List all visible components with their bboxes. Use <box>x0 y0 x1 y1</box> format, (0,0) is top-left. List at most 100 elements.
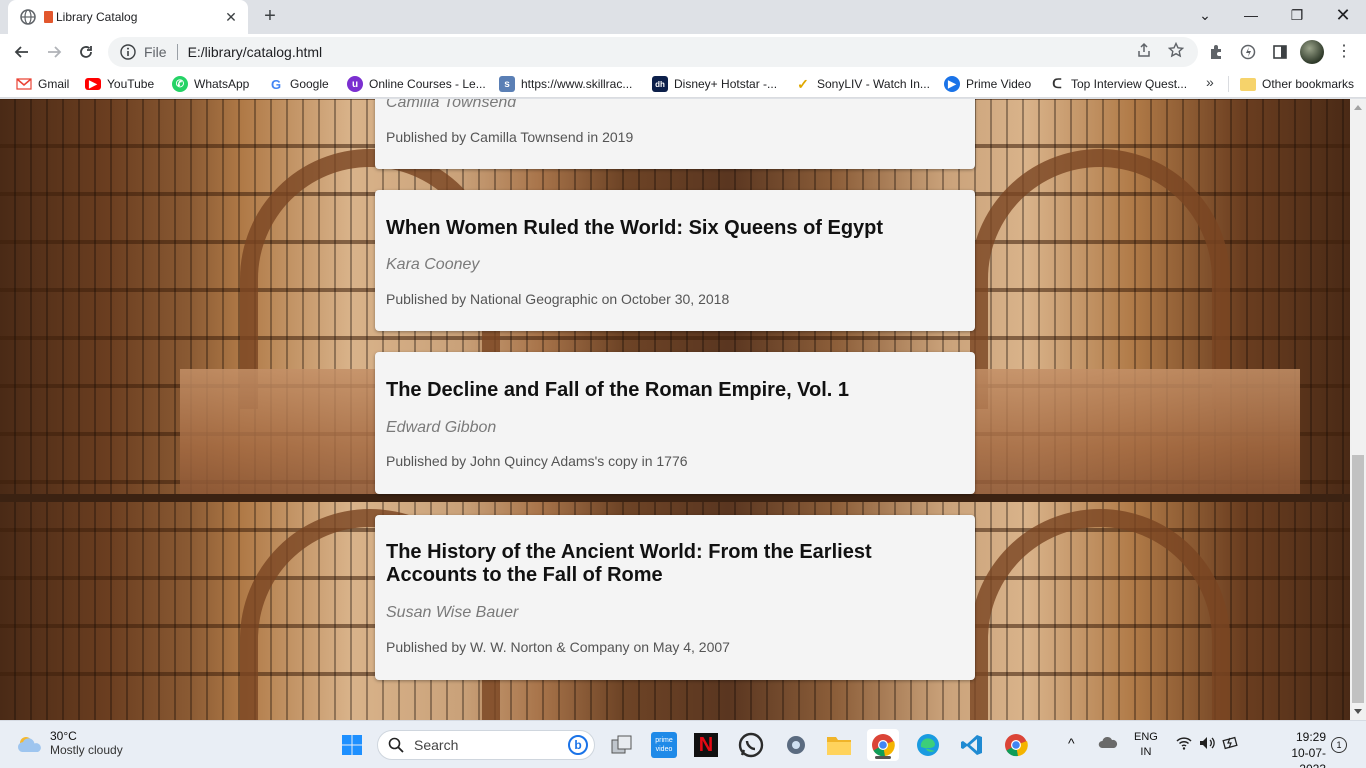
scrollbar-thumb[interactable] <box>1352 455 1364 703</box>
maximize-button[interactable]: ❐ <box>1274 0 1320 30</box>
book-author: Susan Wise Bauer <box>386 604 519 621</box>
taskbar-app-vscode[interactable] <box>956 729 988 761</box>
chrome-profile-icon <box>1005 734 1028 757</box>
taskbar-clock[interactable]: 19:29 10-07-2023 <box>1282 729 1326 768</box>
book-card: Camilla Townsend Published by Camilla To… <box>375 99 975 169</box>
tab-search-chevron-icon[interactable]: ⌄ <box>1182 0 1228 30</box>
bookmarks-overflow-chevron[interactable]: » <box>1206 74 1214 90</box>
wifi-icon[interactable] <box>1176 736 1192 753</box>
region-code: IN <box>1140 746 1152 758</box>
background-seam <box>0 494 1350 502</box>
performance-icon[interactable] <box>1238 42 1258 62</box>
book-title: The History of the Ancient World: From t… <box>386 541 872 586</box>
bookmark-prime-video[interactable]: ▶ Prime Video <box>944 76 1031 92</box>
task-view-icon <box>611 735 632 754</box>
scroll-down-arrow-icon[interactable] <box>1354 709 1362 714</box>
bookmark-sonyliv[interactable]: ✓ SonyLIV - Watch In... <box>795 76 930 92</box>
taskbar-app-settings[interactable] <box>780 729 812 761</box>
browser-toolbar: File E:/library/catalog.html ⋮ <box>0 34 1366 70</box>
start-button[interactable] <box>336 729 368 761</box>
background-arch <box>970 509 1230 720</box>
bing-icon[interactable]: b <box>568 735 588 755</box>
tab-library-catalog[interactable]: Library Catalog ✕ <box>8 0 248 34</box>
book-title: When Women Ruled the World: Six Queens o… <box>386 217 884 239</box>
book-published: Published by National Geographic on Octo… <box>386 291 730 307</box>
taskbar-search[interactable]: Search b <box>377 730 595 760</box>
settings-gear-icon <box>787 736 805 754</box>
bookmark-star-icon[interactable] <box>1166 40 1186 60</box>
scroll-up-arrow-icon[interactable] <box>1354 105 1362 110</box>
info-icon[interactable] <box>120 44 136 60</box>
whatsapp-app-icon <box>738 732 764 758</box>
url-text[interactable]: E:/library/catalog.html <box>188 44 323 60</box>
search-icon <box>388 737 404 753</box>
book-author: Kara Cooney <box>386 256 480 273</box>
taskbar-app-file-explorer[interactable] <box>823 729 855 761</box>
battery-charging-icon[interactable] <box>1222 735 1240 754</box>
prime-video-app-icon: prime video <box>651 732 677 758</box>
bookmark-google[interactable]: G Google <box>268 76 329 92</box>
reload-button[interactable] <box>73 39 99 65</box>
leetcode-icon: ᑕ <box>1049 76 1065 92</box>
weather-temperature: 30°C <box>50 729 77 743</box>
page-viewport: Camilla Townsend Published by Camilla To… <box>0 99 1350 720</box>
task-view-button[interactable] <box>606 729 638 761</box>
bookmark-hotstar[interactable]: dh Disney+ Hotstar -... <box>652 76 777 92</box>
search-placeholder: Search <box>414 737 459 753</box>
prime-video-icon: ▶ <box>944 76 960 92</box>
back-button[interactable] <box>9 39 35 65</box>
online-courses-icon: u <box>347 76 363 92</box>
edge-icon <box>917 734 939 756</box>
close-tab-icon[interactable]: ✕ <box>222 9 240 26</box>
bookmark-whatsapp[interactable]: ✆ WhatsApp <box>172 76 249 92</box>
bookmark-skillrack[interactable]: s https://www.skillrac... <box>499 76 632 92</box>
book-favicon-icon <box>44 11 53 23</box>
book-published: Published by Camilla Townsend in 2019 <box>386 129 634 145</box>
volume-icon[interactable] <box>1199 736 1215 753</box>
taskbar-app-chrome-profile[interactable] <box>1000 729 1032 761</box>
onedrive-cloud-icon[interactable] <box>1098 735 1118 752</box>
address-bar[interactable]: File E:/library/catalog.html <box>108 37 1198 67</box>
vscode-icon <box>961 735 982 755</box>
bookmark-gmail[interactable]: Gmail <box>16 76 69 92</box>
taskbar-app-prime-video[interactable]: prime video <box>648 729 680 761</box>
bookmark-top-interview[interactable]: ᑕ Top Interview Quest... <box>1049 76 1187 92</box>
tab-strip: Library Catalog ✕ + ⌄ — ❐ ✕ <box>0 0 1366 34</box>
tab-title: Library Catalog <box>56 10 138 24</box>
clock-date: 10-07-2023 <box>1291 746 1326 768</box>
profile-avatar[interactable] <box>1300 40 1324 64</box>
chrome-icon <box>872 734 895 757</box>
new-tab-button[interactable]: + <box>258 4 282 28</box>
taskbar-app-netflix[interactable]: N <box>690 729 722 761</box>
language-code: ENG <box>1134 731 1158 743</box>
close-window-button[interactable]: ✕ <box>1320 0 1366 30</box>
minimize-button[interactable]: — <box>1228 0 1274 30</box>
forward-button[interactable] <box>41 39 67 65</box>
book-title: The Decline and Fall of the Roman Empire… <box>386 379 850 401</box>
bookmark-youtube[interactable]: ▶ YouTube <box>85 76 154 92</box>
windows-taskbar: 30°C Mostly cloudy Search b prime video N <box>0 720 1366 768</box>
url-separator <box>176 44 178 60</box>
menu-kebab-icon[interactable]: ⋮ <box>1336 42 1352 62</box>
other-bookmarks-folder[interactable]: Other bookmarks <box>1240 76 1354 92</box>
cloudy-weather-icon <box>17 736 41 752</box>
book-card: The History of the Ancient World: From t… <box>375 515 975 680</box>
active-app-indicator <box>875 756 891 759</box>
extensions-puzzle-icon[interactable] <box>1206 42 1226 62</box>
google-icon: G <box>268 76 284 92</box>
taskbar-app-edge[interactable] <box>912 729 944 761</box>
bookmark-online-courses[interactable]: u Online Courses - Le... <box>347 76 486 92</box>
folder-icon <box>1240 77 1256 91</box>
book-card: The Decline and Fall of the Roman Empire… <box>375 352 975 494</box>
weather-widget[interactable]: 30°C Mostly cloudy <box>16 729 123 758</box>
side-panel-icon[interactable] <box>1270 42 1290 62</box>
language-indicator[interactable]: ENG IN <box>1134 730 1158 760</box>
share-icon[interactable] <box>1134 40 1154 60</box>
taskbar-app-whatsapp[interactable] <box>735 729 767 761</box>
taskbar-app-chrome[interactable] <box>867 729 899 761</box>
weather-condition: Mostly cloudy <box>50 743 123 757</box>
page-scrollbar[interactable] <box>1350 99 1366 720</box>
notification-badge[interactable]: 1 <box>1331 737 1347 753</box>
folder-app-icon <box>827 737 851 755</box>
show-hidden-icons-chevron[interactable]: ^ <box>1068 735 1075 751</box>
